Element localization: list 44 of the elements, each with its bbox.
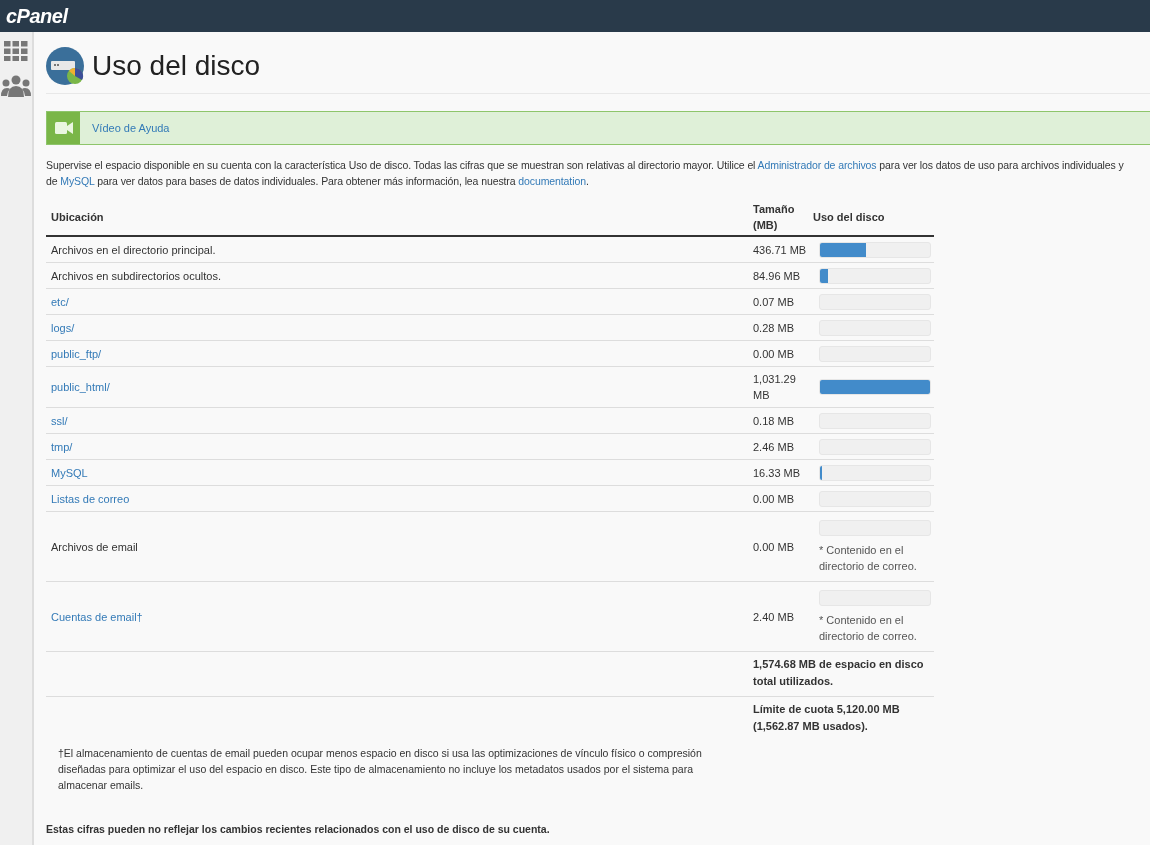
text-link[interactable]: documentation [518,175,586,187]
location-link[interactable]: Cuentas de email† [51,610,143,623]
size-text: 0.00 MB [753,347,794,360]
location-text: Archivos en el directorio principal. [51,243,216,256]
column-header: Tamaño (MB) [752,202,796,233]
location-link[interactable]: logs/ [51,321,75,334]
summary-text: 1,574.68 MB de espacio en disco total utilizados. [753,658,924,687]
location-text: Archivos en subdirectorios ocultos. [51,269,221,282]
size-text: 0.28 MB [753,321,794,334]
footnote-text: †El almacenamiento de cuentas de email pueden ocupar menos espacio en disco si usa las optimizaciones de vínculo físico o compresión diseñadas para optimizar el uso del espacio en disco. Este tipo de almacenamiento no incluye los metadatos usados por el sistema para almacenar emails. [58,746,703,793]
page-title: Uso del disco [92,50,261,82]
usage-note: * Contenido en el directorio de correo. [819,542,918,574]
location-link[interactable]: public_html/ [51,381,110,393]
size-text: 436.71 MB [753,243,807,256]
column-header: Uso del disco [812,211,886,223]
size-text: 0.00 MB [753,540,794,553]
size-text: 0.07 MB [753,295,794,308]
text-link[interactable]: MySQL [60,175,95,187]
location-link[interactable]: Listas de correo [51,492,130,505]
description-text: Supervise el espacio disponible en su cuenta con la característica Uso de disco. Todas las cifras que se muestran son relativas al directorio mayor. Utilice el Administrador de archivos para ver los datos de uso para archivos individuales y de MySQL para ver datos para bases de datos individuales. Para obtener más información, lea nuestra documentation. [46,158,1125,189]
text-link[interactable]: Administrador de archivos [757,159,877,171]
column-header: Ubicación [50,211,105,223]
disk-usage-icon [46,47,84,85]
size-text: 2.40 MB [753,610,794,623]
location-link[interactable]: etc/ [51,295,69,308]
size-text: 0.00 MB [753,492,794,505]
size-text: 0.18 MB [753,414,794,427]
location-link[interactable]: tmp/ [51,440,73,453]
usage-note: * Contenido en el directorio de correo. [819,612,918,644]
size-text: 1,031.29 MB [753,373,796,401]
size-text: 16.33 MB [753,466,801,479]
location-link[interactable]: ssl/ [51,414,68,427]
size-text: 84.96 MB [753,269,801,282]
summary-text: Límite de cuota 5,120.00 MB (1,562.87 MB usados). [753,703,900,732]
location-link[interactable]: public_ftp/ [51,347,102,360]
video-camera-icon [54,122,73,134]
size-text: 2.46 MB [753,440,794,453]
location-text: Archivos de email [51,540,138,553]
grid-icon[interactable] [4,41,28,61]
cpanel-logo[interactable]: cPanel [6,4,68,28]
location-link[interactable]: MySQL [51,466,88,479]
help-video-link[interactable]: Vídeo de Ayuda [80,112,170,144]
disclaimer-text: Estas cifras pueden no reflejar los cambios recientes relacionados con el uso de disco de su cuenta. [46,823,551,835]
users-icon[interactable] [1,75,31,97]
